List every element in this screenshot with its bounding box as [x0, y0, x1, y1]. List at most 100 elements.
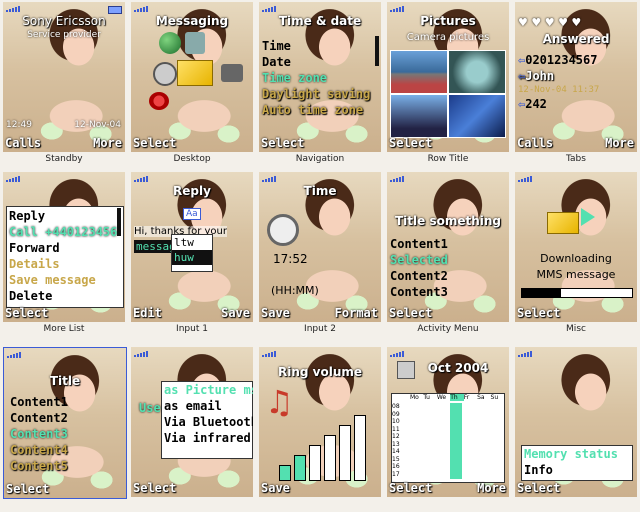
softkey-left[interactable]: Select	[6, 482, 49, 496]
list-item[interactable]: ⇦John	[518, 68, 599, 84]
theme-preview-send-options: Use as Picture msg as email Via Bluetoot…	[128, 345, 256, 512]
softkey-left[interactable]: Select	[389, 136, 432, 150]
menu-item[interactable]: Info	[524, 462, 632, 478]
softkey-left[interactable]: Select	[133, 481, 176, 495]
menu-item[interactable]: Content1	[390, 236, 448, 252]
format-hint: (HH:MM)	[271, 284, 319, 297]
softkey-left[interactable]: Select	[5, 306, 48, 320]
menu-item[interactable]: Forward	[9, 240, 117, 256]
page-title: Title something	[394, 214, 502, 228]
menu-item-selected[interactable]: as Picture msg	[164, 382, 253, 398]
softkey-left[interactable]: Select	[517, 306, 560, 320]
input-mode-indicator[interactable]: Aa	[183, 208, 201, 220]
theme-preview-more-list: Reply Call +440123456 Forward Details Sa…	[0, 170, 128, 337]
menu-item[interactable]: Time	[262, 38, 370, 54]
picture-thumbnail[interactable]	[391, 51, 447, 93]
battery-icon	[108, 6, 122, 14]
menu-item[interactable]: Details	[9, 256, 117, 272]
row-subtitle: Camera pictures	[406, 32, 490, 43]
volume-bars[interactable]	[279, 415, 366, 481]
softkey-right[interactable]: More	[93, 136, 122, 150]
date-label: 12-Nov-04	[74, 120, 121, 130]
menu-item[interactable]: Via Bluetooth	[164, 414, 253, 430]
menu-item[interactable]: Content2	[10, 410, 68, 426]
menu-item[interactable]: Content2	[390, 268, 448, 284]
softkey-right[interactable]: Save	[221, 306, 250, 320]
time-input[interactable]: 17:52	[273, 252, 308, 266]
suggestion-popup: ltw huw	[171, 234, 213, 272]
selected-day-column[interactable]	[450, 403, 462, 479]
softkey-left[interactable]: Select	[389, 306, 432, 320]
phone-screen: Time 17:52 (HH:MM) Save Format	[259, 172, 381, 322]
softkey-left[interactable]: Edit	[133, 306, 162, 320]
clock-icon[interactable]	[153, 62, 177, 86]
menu-item-selected[interactable]: Content3	[10, 426, 68, 442]
menu-item[interactable]: Auto time zone	[262, 102, 370, 118]
scrollbar[interactable]	[117, 208, 121, 236]
envelope-icon[interactable]	[177, 60, 213, 86]
signal-icon	[390, 176, 404, 182]
list-item[interactable]: ⇦242	[518, 96, 599, 112]
theme-preview-activity-menu: Title something Content1 Selected Conten…	[384, 170, 512, 337]
menu-item-selected[interactable]: Memory status	[524, 446, 632, 462]
clock-label: 12:49	[6, 120, 32, 130]
menu-item[interactable]: Save message	[9, 272, 117, 288]
menu-item[interactable]: Content5	[10, 458, 68, 474]
softkey-left[interactable]: Select	[261, 136, 304, 150]
phone-screen: Ring volume ♫ Save	[259, 347, 381, 497]
status-text: Downloading	[540, 252, 612, 265]
menu-item[interactable]: Delete	[9, 288, 117, 304]
settings-icon[interactable]	[149, 92, 169, 110]
phone-icon[interactable]	[185, 32, 205, 54]
list-item[interactable]: ⇦0201234567	[518, 52, 599, 68]
suggestion-item[interactable]: ltw	[172, 235, 212, 250]
signal-icon	[262, 351, 276, 357]
heart-icon[interactable]: ♥ ♥ ♥ ♥ ♥	[518, 16, 581, 29]
page-title: Reply	[173, 184, 211, 198]
softkey-right[interactable]: Format	[335, 306, 378, 320]
suggestion-item-selected[interactable]: huw	[172, 250, 212, 265]
menu-item[interactable]: Content4	[10, 442, 68, 458]
picture-thumbnail[interactable]	[449, 95, 505, 137]
menu-item-selected[interactable]: Call +440123456	[9, 224, 117, 240]
page-title: Messaging	[155, 14, 229, 28]
globe-icon[interactable]	[159, 32, 181, 54]
phone-screen: Use as Picture msg as email Via Bluetoot…	[131, 347, 253, 497]
phone-screen: Memory status Info Select	[515, 347, 637, 497]
camera-icon[interactable]	[221, 64, 243, 82]
menu-item-selected[interactable]: Selected	[390, 252, 448, 268]
softkey-left[interactable]: Select	[389, 481, 432, 495]
softkey-right[interactable]: More	[605, 136, 634, 150]
theme-preview-calendar: Oct 2004 Mo Tu We Th Fr Sa Su 08 09 10 11 12 13 14 15…	[384, 345, 512, 512]
softkey-right[interactable]: More	[477, 481, 506, 495]
phone-screen: Title Content1 Content2 Content3 Content…	[3, 347, 127, 499]
softkey-left[interactable]: Select	[517, 481, 560, 495]
softkey-left[interactable]: Calls	[5, 136, 41, 150]
options-popup: as Picture msg as email Via Bluetooth Vi…	[161, 381, 253, 459]
softkey-left[interactable]: Calls	[517, 136, 553, 150]
scrollbar[interactable]	[375, 36, 379, 66]
menu-item[interactable]: Via infrared	[164, 430, 252, 446]
picture-thumbnail[interactable]	[391, 95, 447, 137]
menu-item[interactable]: Content1	[10, 394, 68, 410]
theme-preview-list: Title Content1 Content2 Content3 Content…	[0, 345, 128, 512]
options-popup: Memory status Info	[521, 445, 633, 481]
softkey-left[interactable]: Save	[261, 481, 290, 495]
theme-preview-desktop: Messaging Select Desktop	[128, 0, 256, 167]
menu-item[interactable]: Content3	[390, 284, 448, 300]
menu-item[interactable]: as email	[164, 398, 252, 414]
menu-item[interactable]: Daylight saving	[262, 86, 370, 102]
signal-icon	[390, 6, 404, 12]
theme-preview-navigation: Time & date Time Date Time zone Daylight…	[256, 0, 384, 167]
progress-fill	[522, 289, 561, 297]
menu-item[interactable]: Date	[262, 54, 370, 70]
menu-list: Time Date Time zone Daylight saving Auto…	[262, 38, 370, 118]
picture-thumbnail[interactable]	[449, 51, 505, 93]
picture-grid	[390, 50, 506, 138]
page-title: Title	[49, 374, 81, 388]
timestamp: 12-Nov-04 11:37	[518, 85, 600, 95]
softkey-left[interactable]: Save	[261, 306, 290, 320]
menu-item-selected[interactable]: Time zone	[262, 70, 370, 86]
softkey-left[interactable]: Select	[133, 136, 176, 150]
menu-item[interactable]: Reply	[9, 208, 117, 224]
